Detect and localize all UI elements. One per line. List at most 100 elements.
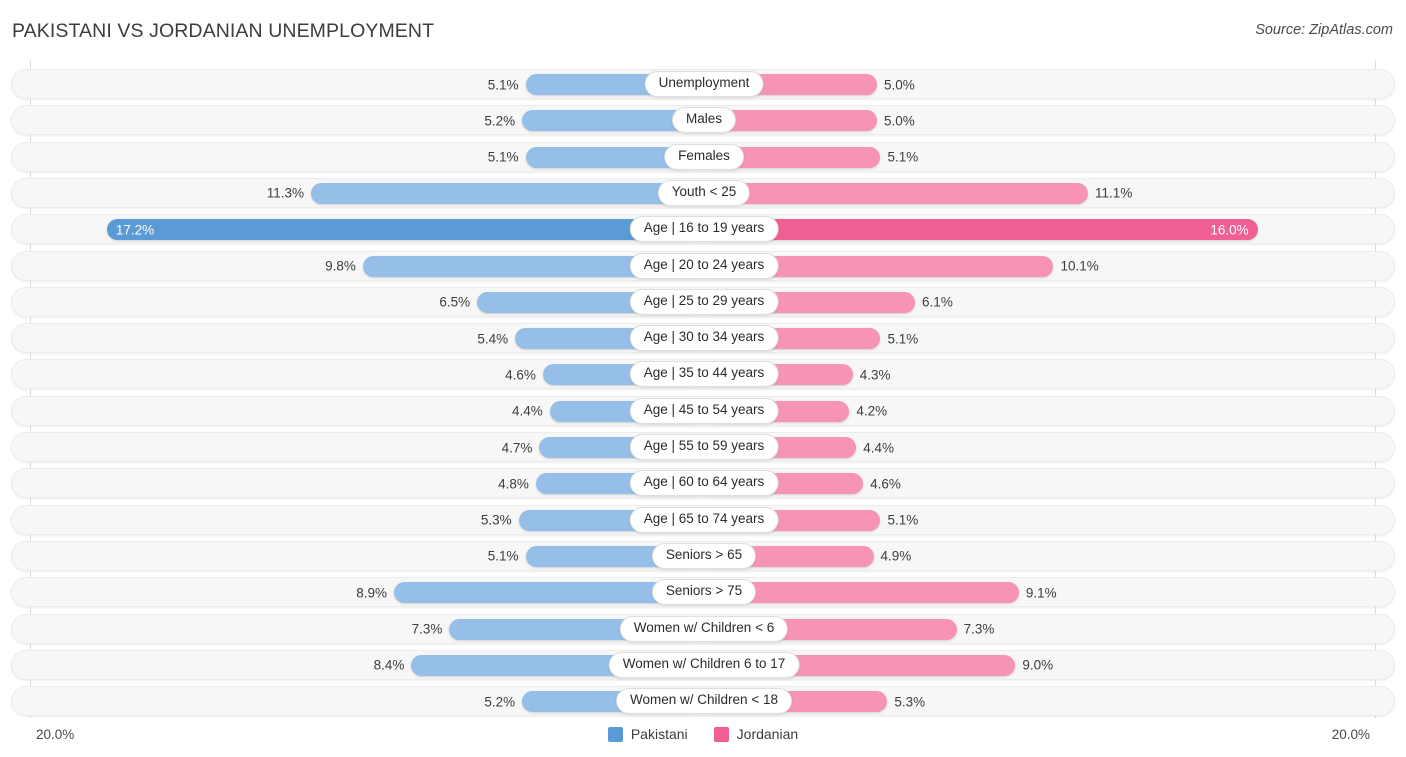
bar-value-right: 4.6% <box>870 476 901 492</box>
chart-row[interactable]: 7.3% 7.3% Women w/ Children < 6 <box>11 613 1395 644</box>
bar-value-left: 9.8% <box>325 258 356 274</box>
category-label-pill[interactable]: Females <box>664 143 744 170</box>
chart-row[interactable]: 5.2% 5.0% Males <box>11 105 1395 136</box>
chart-row[interactable]: 4.7% 4.4% Age | 55 to 59 years <box>11 432 1395 462</box>
bar-value-right: 7.3% <box>963 621 995 637</box>
chart-footer: 20.0% 20.0% Pakistani Jordanian <box>0 718 1406 757</box>
legend-label: Pakistani <box>630 726 688 742</box>
legend-swatch-icon <box>713 726 729 742</box>
chart-plot-area: 5.1% 5.0% Unemployment 5.2% 5.0% Males 5.1% 5.1… <box>0 60 1406 718</box>
chart-row[interactable]: 8.9% 9.1% Seniors > 75 <box>11 577 1395 608</box>
bar-value-right: 5.1% <box>887 149 919 165</box>
bar-value-right: 10.1% <box>1060 258 1099 274</box>
bar-left-pakistani[interactable]: 17.2% <box>106 219 702 241</box>
category-label-pill[interactable]: Women w/ Children < 18 <box>616 688 792 715</box>
chart-row-inner: 17.2% 16.0% Age | 16 to 19 years <box>12 215 1394 243</box>
bar-value-left: 5.2% <box>484 113 516 129</box>
chart-row[interactable]: 6.5% 6.1% Age | 25 to 29 years <box>11 286 1395 317</box>
bar-value-right: 9.0% <box>1022 657 1054 673</box>
chart-row-inner: 4.4% 4.2% Age | 45 to 54 years <box>12 397 1394 425</box>
bar-value-right: 4.4% <box>863 439 895 455</box>
category-label-pill[interactable]: Women w/ Children 6 to 17 <box>608 651 800 678</box>
chart-legend: Pakistani Jordanian <box>0 726 1406 742</box>
chart-row[interactable]: 5.4% 5.1% Age | 30 to 34 years <box>11 323 1395 354</box>
chart-row[interactable]: 5.1% 4.9% Seniors > 65 <box>11 540 1395 571</box>
bar-value-right: 9.1% <box>1025 584 1057 600</box>
bar-value-left: 4.8% <box>498 476 529 492</box>
bar-value-right: 5.1% <box>887 512 919 528</box>
chart-row[interactable]: 5.1% 5.0% Unemployment <box>11 69 1395 99</box>
bar-right-jordanian[interactable]: 11.1% <box>704 182 1132 204</box>
chart-row[interactable]: 5.2% 5.3% Women w/ Children < 18 <box>11 686 1395 717</box>
bar-value-right: 4.9% <box>880 548 912 564</box>
chart-row-inner: 5.1% 5.0% Unemployment <box>12 70 1394 98</box>
category-label-pill[interactable]: Age | 55 to 59 years <box>629 434 779 460</box>
legend-swatch-icon <box>607 726 623 742</box>
category-label-pill[interactable]: Age | 35 to 44 years <box>629 361 779 388</box>
bar-value-left: 4.6% <box>505 367 536 383</box>
source-attribution: Source: ZipAtlas.com <box>1255 22 1393 38</box>
chart-row-inner: 5.2% 5.0% Males <box>12 106 1394 134</box>
category-label-pill[interactable]: Seniors > 75 <box>651 579 757 606</box>
category-label-pill[interactable]: Males <box>671 107 737 134</box>
bar-value-right: 11.1% <box>1095 185 1133 201</box>
chart-header: PAKISTANI VS JORDANIAN UNEMPLOYMENT Sour… <box>0 0 1406 60</box>
category-label-pill[interactable]: Age | 25 to 29 years <box>629 288 779 315</box>
bar-value-left: 6.5% <box>439 294 471 310</box>
bar-value-left: 11.3% <box>266 185 305 201</box>
bar-value-left: 7.3% <box>411 621 443 637</box>
bar-value-right: 6.1% <box>922 294 953 310</box>
chart-row-inner: 8.4% 9.0% Women w/ Children 6 to 17 <box>12 651 1394 679</box>
category-label-pill[interactable]: Age | 16 to 19 years <box>629 216 779 243</box>
legend-item[interactable]: Pakistani <box>607 726 688 742</box>
bar-value-left: 5.2% <box>484 693 516 709</box>
bar-value-left: 5.1% <box>487 149 519 165</box>
category-label-pill[interactable]: Women w/ Children < 6 <box>619 615 789 642</box>
bar-value-left: 4.4% <box>511 403 543 419</box>
bar-value-left: 5.1% <box>487 76 519 92</box>
legend-label: Jordanian <box>736 726 799 742</box>
bar-value-left: 5.4% <box>477 330 509 346</box>
bar-value-right: 4.3% <box>859 367 891 383</box>
bar-value-left: 8.9% <box>356 584 388 600</box>
chart-row-inner: 8.9% 9.1% Seniors > 75 <box>12 578 1394 606</box>
chart-row-inner: 5.1% 4.9% Seniors > 65 <box>12 542 1394 570</box>
bar-value-left: 8.4% <box>373 657 405 673</box>
category-label-pill[interactable]: Age | 65 to 74 years <box>629 506 779 533</box>
chart-row-inner: 4.8% 4.6% Age | 60 to 64 years <box>12 469 1394 497</box>
chart-row[interactable]: 4.8% 4.6% Age | 60 to 64 years <box>11 468 1395 499</box>
page-title: PAKISTANI VS JORDANIAN UNEMPLOYMENT <box>12 20 435 42</box>
category-label-pill[interactable]: Youth < 25 <box>657 179 751 206</box>
category-label-pill[interactable]: Age | 30 to 34 years <box>629 325 779 352</box>
bar-value-right: 5.3% <box>894 693 926 709</box>
chart-row-inner: 7.3% 7.3% Women w/ Children < 6 <box>12 615 1394 643</box>
chart-row[interactable]: 9.8% 10.1% Age | 20 to 24 years <box>11 250 1395 281</box>
bar-value-right: 5.0% <box>884 76 915 92</box>
chart-row[interactable]: 8.4% 9.0% Women w/ Children 6 to 17 <box>11 649 1395 680</box>
category-label-pill[interactable]: Unemployment <box>644 71 764 97</box>
chart-row-inner: 5.4% 5.1% Age | 30 to 34 years <box>12 324 1394 352</box>
category-label-pill[interactable]: Seniors > 65 <box>651 542 757 569</box>
category-label-pill[interactable]: Age | 60 to 64 years <box>629 470 779 497</box>
category-label-pill[interactable]: Age | 20 to 24 years <box>629 252 779 279</box>
chart-row-inner: 5.2% 5.3% Women w/ Children < 18 <box>12 687 1394 715</box>
chart-row-inner: 5.1% 5.1% Females <box>12 143 1394 171</box>
bar-right-jordanian[interactable]: 16.0% <box>704 219 1258 241</box>
chart-row-inner: 5.3% 5.1% Age | 65 to 74 years <box>12 506 1394 534</box>
bar-value-left: 5.3% <box>480 512 512 528</box>
chart-row[interactable]: 4.4% 4.2% Age | 45 to 54 years <box>11 395 1395 426</box>
chart-row[interactable]: 17.2% 16.0% Age | 16 to 19 years <box>11 214 1395 245</box>
bar-value-right: 4.2% <box>856 403 888 419</box>
legend-item[interactable]: Jordanian <box>713 726 799 742</box>
chart-row[interactable]: 5.3% 5.1% Age | 65 to 74 years <box>11 504 1395 535</box>
chart-row-inner: 4.7% 4.4% Age | 55 to 59 years <box>12 433 1394 461</box>
bar-value-left: 17.2% <box>115 221 155 237</box>
bar-left-pakistani[interactable]: 11.3% <box>267 182 702 204</box>
chart-row[interactable]: 4.6% 4.3% Age | 35 to 44 years <box>11 359 1395 390</box>
chart-row[interactable]: 5.1% 5.1% Females <box>11 141 1395 172</box>
category-label-pill[interactable]: Age | 45 to 54 years <box>629 397 779 424</box>
chart-row-inner: 9.8% 10.1% Age | 20 to 24 years <box>12 252 1394 280</box>
bar-value-left: 5.1% <box>487 548 519 564</box>
bar-value-left: 4.7% <box>501 439 533 455</box>
chart-row[interactable]: 11.3% 11.1% Youth < 25 <box>11 177 1395 208</box>
